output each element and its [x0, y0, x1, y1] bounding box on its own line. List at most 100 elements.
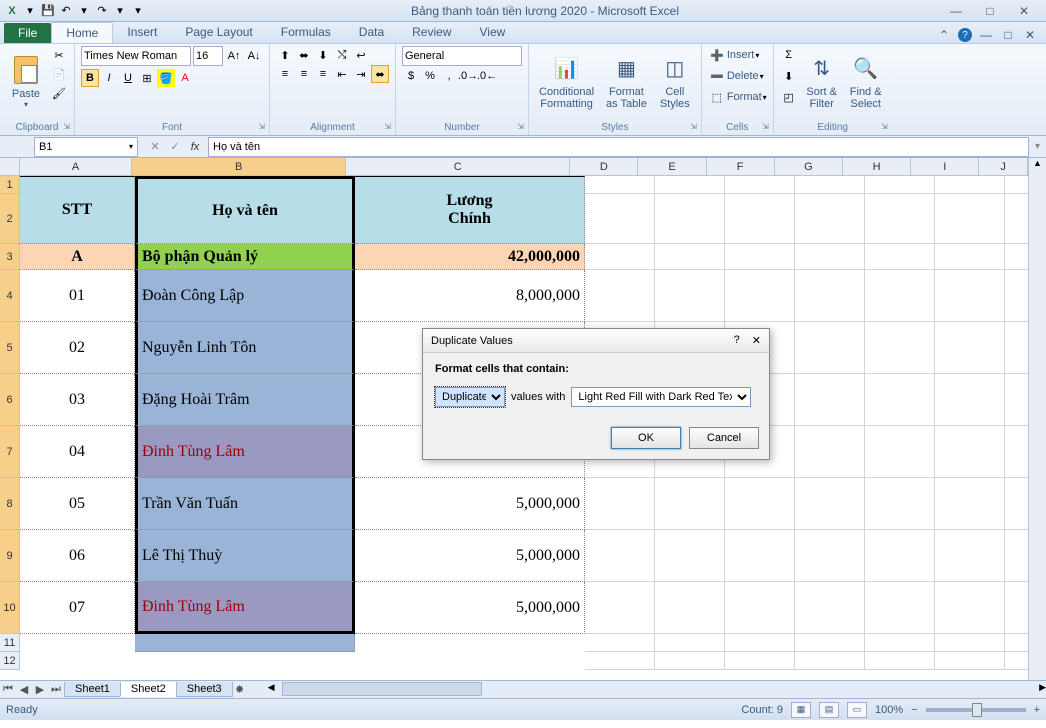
- delete-cells-icon[interactable]: ➖: [708, 67, 726, 85]
- col-header-D[interactable]: D: [570, 158, 638, 176]
- align-top-icon[interactable]: ⬆: [276, 46, 294, 64]
- col-header-C[interactable]: C: [346, 158, 570, 176]
- sheet-nav-prev-icon[interactable]: ◀: [16, 683, 32, 696]
- enter-formula-icon[interactable]: ✓: [166, 138, 184, 156]
- align-right-icon[interactable]: ≡: [314, 65, 332, 83]
- col-header-I[interactable]: I: [911, 158, 979, 176]
- col-header-B[interactable]: B: [132, 158, 346, 176]
- redo-dropdown-icon[interactable]: ▾: [112, 3, 128, 19]
- align-center-icon[interactable]: ≡: [295, 65, 313, 83]
- view-pagebreak-icon[interactable]: ▭: [847, 702, 867, 718]
- orientation-icon[interactable]: ⤭: [333, 46, 351, 64]
- help-icon[interactable]: ?: [958, 28, 972, 42]
- undo-dropdown-icon[interactable]: ▾: [76, 3, 92, 19]
- qat-customize-icon[interactable]: ▾: [130, 3, 146, 19]
- sheet-nav-last-icon[interactable]: ⏭: [48, 683, 64, 696]
- bold-button[interactable]: B: [81, 69, 99, 87]
- tab-view[interactable]: View: [466, 22, 520, 43]
- save-icon[interactable]: 💾: [40, 3, 56, 19]
- minimize-button[interactable]: —: [944, 3, 968, 19]
- number-format-select[interactable]: [402, 46, 522, 66]
- ok-button[interactable]: OK: [611, 427, 681, 449]
- cell-stt-0[interactable]: 01: [20, 270, 135, 322]
- tab-page-layout[interactable]: Page Layout: [171, 22, 266, 43]
- percent-icon[interactable]: %: [421, 67, 439, 85]
- zoom-slider[interactable]: [926, 708, 1026, 712]
- row-header-5[interactable]: 5: [0, 322, 20, 374]
- row-header-9[interactable]: 9: [0, 530, 20, 582]
- cell-section-name[interactable]: Bộ phận Quản lý: [135, 244, 355, 270]
- cell-header-name[interactable]: Họ và tên: [135, 176, 355, 244]
- sheet-nav-next-icon[interactable]: ▶: [32, 683, 48, 696]
- format-label[interactable]: Format: [727, 91, 762, 103]
- paste-dropdown-icon[interactable]: ▾: [24, 100, 28, 109]
- row-header-3[interactable]: 3: [0, 244, 20, 270]
- insert-label[interactable]: Insert: [727, 49, 755, 61]
- tab-home[interactable]: Home: [51, 22, 113, 43]
- row-header-7[interactable]: 7: [0, 426, 20, 478]
- increase-decimal-icon[interactable]: .0→: [459, 67, 477, 85]
- dialog-help-icon[interactable]: ?: [734, 334, 740, 347]
- conditional-formatting-button[interactable]: 📊Conditional Formatting: [535, 46, 598, 116]
- sheet-tab-sheet3[interactable]: Sheet3: [176, 682, 233, 697]
- tab-review[interactable]: Review: [398, 22, 465, 43]
- tab-data[interactable]: Data: [345, 22, 398, 43]
- tab-insert[interactable]: Insert: [113, 22, 171, 43]
- cell-stt-5[interactable]: 06: [20, 530, 135, 582]
- clear-icon[interactable]: ◰: [780, 88, 798, 106]
- cell-b11[interactable]: [135, 634, 355, 652]
- zoom-out-icon[interactable]: −: [911, 704, 917, 716]
- row-header-12[interactable]: 12: [0, 652, 20, 670]
- fill-icon[interactable]: ⬇: [780, 67, 798, 85]
- excel-icon[interactable]: X: [4, 3, 20, 19]
- font-color-button[interactable]: A: [176, 69, 194, 87]
- undo-icon[interactable]: ↶: [58, 3, 74, 19]
- row-header-4[interactable]: 4: [0, 270, 20, 322]
- cell-name-4[interactable]: Trần Văn Tuấn: [135, 478, 355, 530]
- copy-icon[interactable]: 📄: [50, 65, 68, 83]
- col-header-J[interactable]: J: [979, 158, 1028, 176]
- fx-icon[interactable]: fx: [186, 138, 204, 156]
- col-header-A[interactable]: A: [20, 158, 132, 176]
- format-style-select[interactable]: Light Red Fill with Dark Red Text: [571, 387, 751, 407]
- increase-indent-icon[interactable]: ⇥: [352, 65, 370, 83]
- new-sheet-icon[interactable]: ✸: [232, 683, 248, 696]
- cancel-formula-icon[interactable]: ✕: [146, 138, 164, 156]
- cell-name-2[interactable]: Đặng Hoài Trâm: [135, 374, 355, 426]
- format-painter-icon[interactable]: 🖌: [50, 84, 68, 102]
- cell-name-1[interactable]: Nguyễn Linh Tôn: [135, 322, 355, 374]
- name-box[interactable]: B1▾: [34, 137, 138, 157]
- cell-salary-5[interactable]: 5,000,000: [355, 530, 585, 582]
- fill-color-button[interactable]: 🪣: [157, 69, 175, 87]
- col-header-H[interactable]: H: [843, 158, 911, 176]
- align-middle-icon[interactable]: ⬌: [295, 46, 313, 64]
- row-header-10[interactable]: 10: [0, 582, 20, 634]
- window-restore-icon[interactable]: □: [1000, 27, 1016, 43]
- select-all-corner[interactable]: [0, 158, 20, 176]
- decrease-font-icon[interactable]: A↓: [245, 47, 263, 65]
- zoom-in-icon[interactable]: +: [1034, 704, 1040, 716]
- decrease-decimal-icon[interactable]: .0←: [478, 67, 496, 85]
- cell-name-5[interactable]: Lê Thị Thuỳ: [135, 530, 355, 582]
- cell-stt-2[interactable]: 03: [20, 374, 135, 426]
- cancel-button[interactable]: Cancel: [689, 427, 759, 449]
- cell-stt-3[interactable]: 04: [20, 426, 135, 478]
- cell-stt-6[interactable]: 07: [20, 582, 135, 634]
- cell-stt-4[interactable]: 05: [20, 478, 135, 530]
- cell-name-6[interactable]: Đinh Tùng Lâm: [135, 582, 355, 634]
- font-size-select[interactable]: [193, 46, 223, 66]
- cell-header-salary[interactable]: Lương Chính: [355, 176, 585, 244]
- view-normal-icon[interactable]: ▦: [791, 702, 811, 718]
- cell-section-id[interactable]: A: [20, 244, 135, 270]
- tab-formulas[interactable]: Formulas: [267, 22, 345, 43]
- delete-label[interactable]: Delete: [727, 70, 759, 82]
- align-bottom-icon[interactable]: ⬇: [314, 46, 332, 64]
- font-name-select[interactable]: [81, 46, 191, 66]
- vertical-scrollbar[interactable]: ▲: [1028, 158, 1046, 680]
- cell-styles-button[interactable]: ◫Cell Styles: [655, 46, 695, 116]
- close-button[interactable]: ✕: [1012, 3, 1036, 19]
- find-select-button[interactable]: 🔍Find & Select: [846, 46, 886, 116]
- cell-salary-6[interactable]: 5,000,000: [355, 582, 585, 634]
- format-as-table-button[interactable]: ▦Format as Table: [602, 46, 651, 116]
- row-header-6[interactable]: 6: [0, 374, 20, 426]
